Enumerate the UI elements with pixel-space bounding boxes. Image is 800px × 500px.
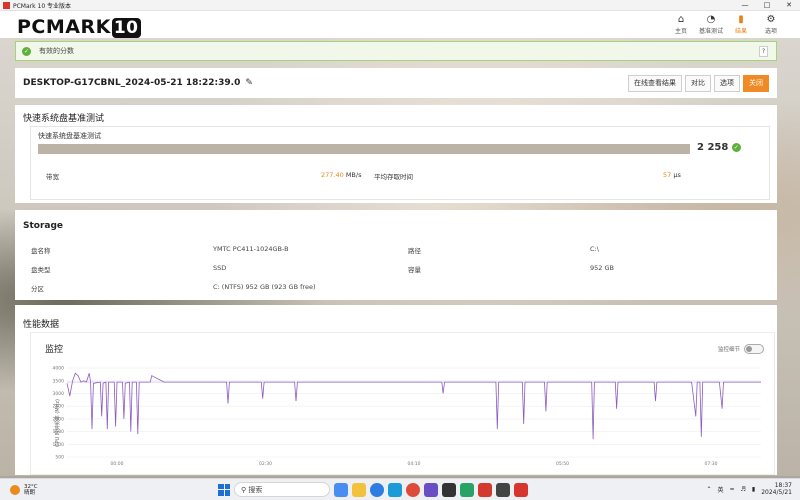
valid-score-text: 有效的分数: [39, 47, 74, 55]
y-tick-label: 3500: [53, 378, 65, 384]
taskbar-search[interactable]: ⚲ 搜索: [234, 482, 330, 497]
x-tick-label: 00:00: [111, 461, 124, 467]
y-tick-label: 4000: [53, 366, 65, 372]
app-icon[interactable]: [424, 482, 438, 497]
pcmark-taskbar-icon[interactable]: [514, 482, 528, 497]
partition-value: C: (NTFS) 952 GB (923 GB free): [213, 283, 316, 291]
monitor-panel: 监控 监控细节 CPU 时钟频率 (MHz) 500 1000 1500 2000 25…: [30, 332, 786, 500]
home-icon: ⌂: [677, 14, 685, 25]
monitor-title: 监控: [45, 345, 64, 355]
weather-widget[interactable]: 32°C 晴朗: [10, 484, 38, 496]
toggle-switch[interactable]: [744, 344, 764, 354]
options-button[interactable]: 选项: [714, 74, 740, 92]
storage-section-title: Storage: [23, 221, 64, 231]
performance-card: 性能数据 监控 监控细节 CPU 时钟频率 (MHz) 500 1000 1500 2…: [15, 305, 786, 500]
edit-pencil-icon[interactable]: ✎: [245, 78, 253, 88]
app-icon[interactable]: [496, 482, 510, 497]
benchmark-score: 2 258 ✓: [697, 142, 741, 153]
storage-card: Storage 盘名称 YMTC PC411-1024GB-B 路径 C:\ 盘…: [15, 210, 777, 300]
bar-chart-icon: ▮: [738, 14, 744, 25]
battery-icon[interactable]: ▮: [752, 486, 755, 493]
result-title: DESKTOP-G17CBNL_2024-05-21 18:22:39.0: [23, 78, 241, 88]
y-tick-label: 1500: [53, 429, 65, 435]
y-tick-label: 1000: [53, 442, 65, 448]
title-bar: PCMark 10 专业版本 — □ ✕: [0, 0, 800, 11]
windows-taskbar: 32°C 晴朗 ⚲ 搜索 ⌃ 英 ≈ ♬ ▮ 18:37 2024/5/21: [0, 478, 800, 500]
task-view-icon[interactable]: [334, 482, 348, 497]
drive-path-value: C:\: [590, 245, 599, 253]
store-icon[interactable]: [388, 482, 402, 497]
y-tick-label: 500: [55, 455, 64, 461]
gauge-icon: ◔: [706, 14, 716, 25]
y-tick-label: 2500: [53, 404, 65, 410]
app-icon[interactable]: [442, 482, 456, 497]
benchmark-item: 快速系统盘基准测试 2 258 ✓ 带宽 277.40 MB/s 平均存取时间 …: [30, 126, 770, 200]
latency-label: 平均存取时间: [374, 173, 413, 181]
sun-icon: [10, 484, 20, 495]
nav-benchmarks[interactable]: ◔ 基准测试: [696, 13, 726, 35]
nav-options[interactable]: ⚙ 选项: [756, 13, 786, 35]
language-indicator[interactable]: 英: [717, 485, 723, 494]
view-online-button[interactable]: 在线查看结果: [628, 74, 682, 92]
partition-label: 分区: [31, 285, 44, 293]
bandwidth-value: 277.40 MB/s: [321, 171, 362, 179]
volume-icon[interactable]: ♬: [741, 486, 746, 493]
chrome-icon[interactable]: [406, 482, 420, 497]
monitor-line-chart: CPU 时钟频率 (MHz) 5001000150020002500300035…: [53, 366, 761, 467]
monitor-details-toggle[interactable]: 监控细节: [718, 344, 764, 354]
drive-path-label: 路径: [408, 247, 421, 255]
drive-type-value: SSD: [213, 264, 227, 272]
x-tick-label: 04:10: [408, 461, 421, 467]
help-button[interactable]: ?: [759, 45, 768, 57]
app-icon[interactable]: [478, 482, 492, 497]
app-icon: [3, 1, 10, 9]
taskbar-clock[interactable]: 18:37 2024/5/21: [761, 482, 792, 496]
close-icon[interactable]: ✕: [778, 1, 800, 9]
drive-capacity-value: 952 GB: [590, 264, 614, 272]
result-actions: 在线查看结果 对比 选项 关闭: [628, 74, 769, 92]
drive-capacity-label: 容量: [408, 266, 421, 274]
file-explorer-icon[interactable]: [352, 482, 366, 497]
benchmark-item-title: 快速系统盘基准测试: [38, 132, 101, 140]
drive-name-label: 盘名称: [31, 247, 51, 255]
app-icon[interactable]: [460, 482, 474, 497]
latency-value: 57 µs: [663, 171, 681, 179]
wifi-icon[interactable]: ≈: [730, 486, 735, 493]
edge-browser-icon[interactable]: [370, 482, 384, 497]
benchmark-section-title: 快速系统盘基准测试: [23, 114, 105, 124]
x-tick-label: 07:30: [705, 461, 718, 467]
check-icon: ✓: [731, 143, 741, 152]
main-nav: ⌂ 主页 ◔ 基准测试 ▮ 结果 ⚙ 选项: [666, 13, 786, 35]
minimize-icon[interactable]: —: [734, 1, 756, 9]
close-button[interactable]: 关闭: [743, 74, 769, 92]
app-header: PCMARK 10 ⌂ 主页 ◔ 基准测试 ▮ 结果 ⚙ 选项: [0, 11, 800, 38]
drive-name-value: YMTC PC411-1024GB-B: [213, 245, 289, 253]
x-tick-label: 02:30: [259, 461, 272, 467]
pcmark-logo: PCMARK 10: [17, 16, 141, 38]
check-icon: ✓: [22, 46, 31, 56]
benchmark-card: 快速系统盘基准测试 快速系统盘基准测试 2 258 ✓ 带宽 277.40 MB…: [15, 105, 777, 203]
bandwidth-label: 带宽: [46, 173, 59, 181]
x-tick-label: 05:50: [556, 461, 569, 467]
window-controls: — □ ✕: [734, 1, 800, 9]
drive-type-label: 盘类型: [31, 266, 51, 274]
chevron-up-icon[interactable]: ⌃: [706, 486, 711, 493]
result-header: DESKTOP-G17CBNL_2024-05-21 18:22:39.0 ✎ …: [15, 68, 777, 98]
nav-results[interactable]: ▮ 结果: [726, 13, 756, 35]
window-title: PCMark 10 专业版本: [13, 2, 72, 10]
nav-home[interactable]: ⌂ 主页: [666, 13, 696, 35]
windows-start-icon[interactable]: [218, 483, 230, 496]
taskbar-apps: ⚲ 搜索: [218, 482, 528, 497]
score-bar: [38, 144, 690, 154]
performance-section-title: 性能数据: [23, 320, 60, 330]
gear-icon: ⚙: [766, 14, 776, 25]
y-tick-label: 2000: [53, 416, 65, 422]
system-tray: ⌃ 英 ≈ ♬ ▮ 18:37 2024/5/21: [706, 482, 792, 496]
valid-score-banner: ✓ 有效的分数 ?: [15, 41, 777, 61]
compare-button[interactable]: 对比: [685, 74, 711, 92]
maximize-icon[interactable]: □: [756, 1, 778, 9]
y-tick-label: 3000: [53, 391, 65, 397]
